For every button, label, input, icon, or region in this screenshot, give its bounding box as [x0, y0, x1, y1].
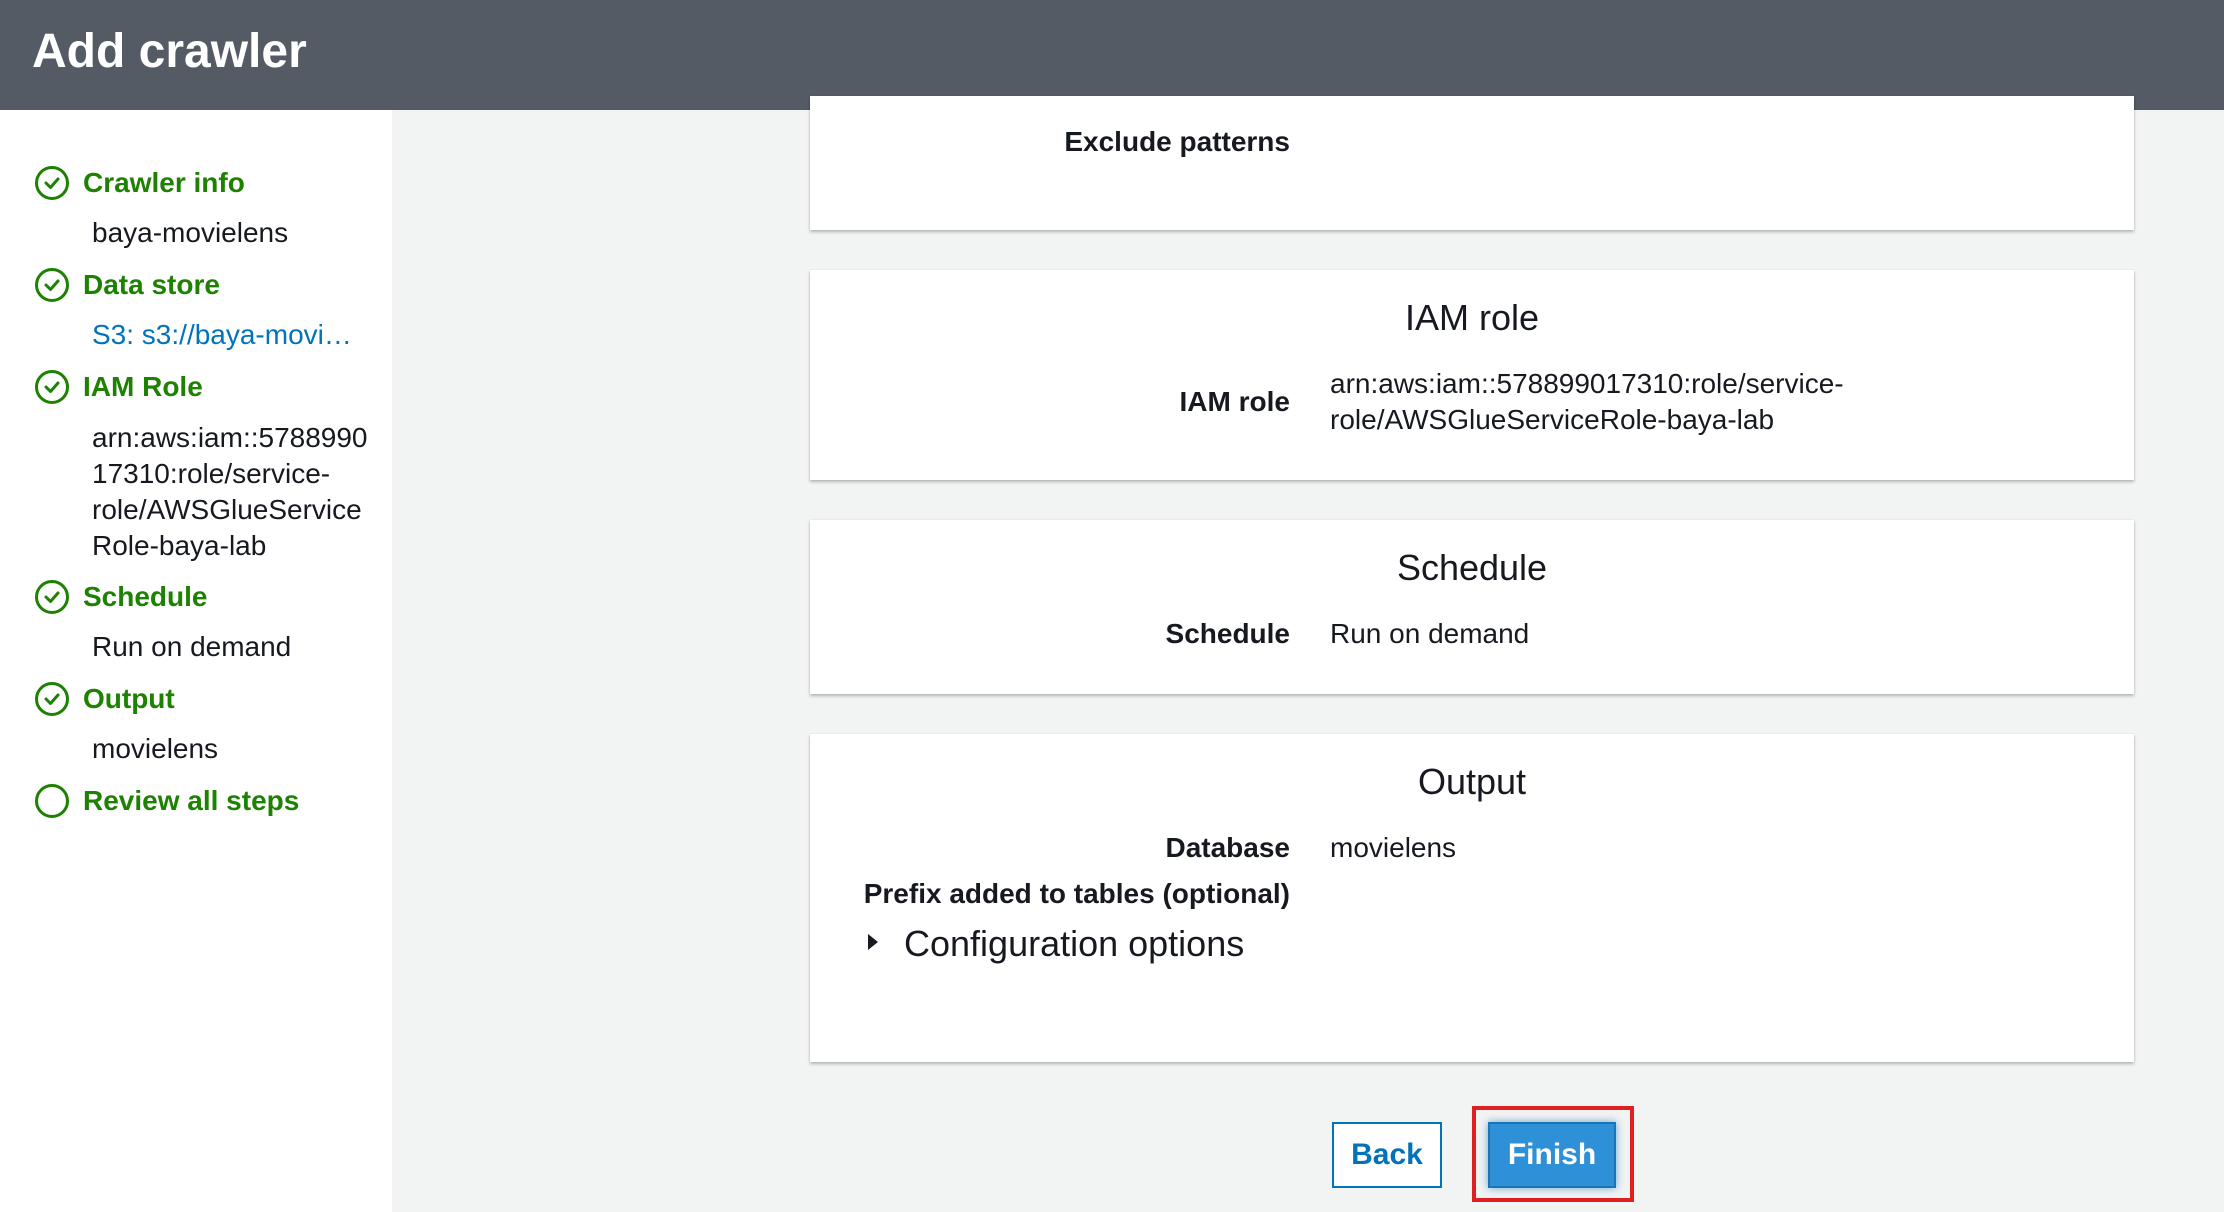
- iam-role-value-line: arn:aws:iam::578899017310:role/service-: [1330, 368, 1844, 399]
- database-label: Database: [1165, 832, 1290, 863]
- card-title: IAM role: [1404, 297, 1540, 338]
- iam-role-value-line: role/AWSGlueServiceRole-baya-lab: [1330, 404, 1775, 435]
- step-label: Data store: [83, 269, 220, 300]
- iam-role-label: IAM role: [1179, 386, 1290, 417]
- check-circle-icon: [35, 166, 69, 200]
- step-label: Schedule: [83, 581, 208, 612]
- step-crawler-info[interactable]: Crawler info: [35, 166, 245, 200]
- configuration-options-label: Configuration options: [904, 923, 1245, 964]
- step-value: movielens: [92, 733, 219, 764]
- database-value: movielens: [1330, 832, 1457, 863]
- step-output[interactable]: Output: [35, 682, 175, 716]
- page-title: Add crawler: [32, 25, 307, 78]
- data-store-link[interactable]: S3: s3://baya-movi…: [92, 317, 362, 353]
- check-circle-icon: [35, 268, 69, 302]
- step-data-store[interactable]: Data store: [35, 268, 220, 302]
- schedule-value: Run on demand: [1330, 618, 1530, 649]
- exclude-patterns-label: Exclude patterns: [1064, 126, 1290, 157]
- page-header: Add crawler: [0, 0, 2224, 110]
- caret-right-icon: [866, 931, 888, 958]
- card-title: Output: [1417, 761, 1527, 802]
- card-title: Schedule: [1396, 547, 1548, 588]
- step-iam-role[interactable]: IAM Role: [35, 370, 203, 404]
- finish-button[interactable]: Finish: [1488, 1122, 1616, 1188]
- step-value: Run on demand: [92, 631, 292, 662]
- check-circle-icon: [35, 682, 69, 716]
- iam-role-card: IAM role IAM role arn:aws:iam::578899017…: [810, 270, 2134, 480]
- check-circle-icon: [35, 370, 69, 404]
- step-schedule[interactable]: Schedule: [35, 580, 207, 614]
- step-label: Output: [83, 683, 175, 714]
- schedule-label: Schedule: [1165, 618, 1290, 649]
- step-value-line: 17310:role/service-: [92, 458, 331, 489]
- step-value-line: arn:aws:iam::5788990: [92, 422, 368, 453]
- output-card: Output Database movielens Prefix added t…: [810, 734, 2134, 1062]
- prefix-label: Prefix added to tables (optional): [863, 878, 1290, 909]
- step-label: Review all steps: [83, 785, 300, 816]
- check-circle-icon: [35, 580, 69, 614]
- wizard-sidebar: Crawler info baya-movielens Data store S…: [0, 110, 392, 1212]
- step-review-all-steps[interactable]: Review all steps: [35, 784, 299, 818]
- configuration-options-toggle[interactable]: Configuration options: [866, 922, 1244, 966]
- step-value-line: Role-baya-lab: [92, 530, 267, 561]
- step-value: arn:aws:iam::5788990 17310:role/service-…: [92, 420, 382, 564]
- step-value: baya-movielens: [92, 217, 289, 248]
- schedule-card: Schedule Schedule Run on demand: [810, 520, 2134, 694]
- empty-circle-icon: [35, 784, 69, 818]
- iam-role-value: arn:aws:iam::578899017310:role/service- …: [1330, 366, 1844, 438]
- data-store-card: Exclude patterns: [810, 96, 2134, 230]
- back-button[interactable]: Back: [1332, 1122, 1442, 1188]
- step-label: Crawler info: [83, 167, 245, 198]
- step-value-line: role/AWSGlueService: [92, 494, 362, 525]
- step-label: IAM Role: [83, 371, 203, 402]
